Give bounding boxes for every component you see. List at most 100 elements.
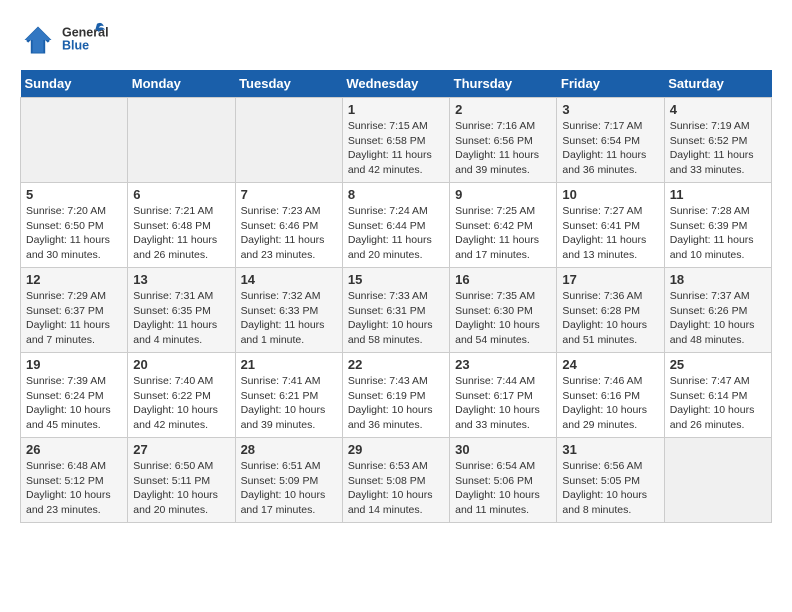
day-number: 29: [348, 442, 444, 457]
day-number: 22: [348, 357, 444, 372]
calendar-cell: 16 Sunrise: 7:35 AMSunset: 6:30 PMDayligh…: [450, 268, 557, 353]
day-number: 25: [670, 357, 766, 372]
page-header: General Blue: [20, 20, 772, 60]
calendar-cell: 20 Sunrise: 7:40 AMSunset: 6:22 PMDayligh…: [128, 353, 235, 438]
calendar-cell: 21Sunrise: 7:41 AMSunset: 6:21 PMDayligh…: [235, 353, 342, 438]
week-row-1: 1 Sunrise: 7:15 AMSunset: 6:58 PMDaylight…: [21, 98, 772, 183]
day-info: Sunrise: 7:37 AMSunset: 6:26 PMDaylight:…: [670, 289, 766, 348]
day-number: 4: [670, 102, 766, 117]
logo-bird-icon: General Blue: [62, 20, 112, 60]
day-info: Sunrise: 7:47 AMSunset: 6:14 PMDaylight:…: [670, 374, 766, 433]
day-number: 13: [133, 272, 229, 287]
calendar-cell: 2 Sunrise: 7:16 AMSunset: 6:56 PMDaylight…: [450, 98, 557, 183]
day-info: Sunrise: 7:15 AMSunset: 6:58 PMDaylight:…: [348, 119, 444, 178]
calendar-cell: 22Sunrise: 7:43 AMSunset: 6:19 PMDayligh…: [342, 353, 449, 438]
calendar-cell: 8 Sunrise: 7:24 AMSunset: 6:44 PMDaylight…: [342, 183, 449, 268]
day-number: 17: [562, 272, 658, 287]
calendar-cell: 25 Sunrise: 7:47 AMSunset: 6:14 PMDayligh…: [664, 353, 771, 438]
day-number: 24: [562, 357, 658, 372]
day-header-monday: Monday: [128, 70, 235, 98]
day-info: Sunrise: 6:56 AMSunset: 5:05 PMDaylight:…: [562, 459, 658, 518]
calendar-cell: [664, 438, 771, 523]
day-info: Sunrise: 7:21 AMSunset: 6:48 PMDaylight:…: [133, 204, 229, 263]
day-header-friday: Friday: [557, 70, 664, 98]
day-number: 3: [562, 102, 658, 117]
calendar-cell: 6 Sunrise: 7:21 AMSunset: 6:48 PMDaylight…: [128, 183, 235, 268]
day-number: 2: [455, 102, 551, 117]
calendar-cell: 9Sunrise: 7:25 AMSunset: 6:42 PMDaylight…: [450, 183, 557, 268]
calendar-cell: 11 Sunrise: 7:28 AMSunset: 6:39 PMDayligh…: [664, 183, 771, 268]
day-info: Sunrise: 7:23 AMSunset: 6:46 PMDaylight:…: [241, 204, 337, 263]
day-info: Sunrise: 7:16 AMSunset: 6:56 PMDaylight:…: [455, 119, 551, 178]
svg-text:Blue: Blue: [62, 39, 89, 53]
logo: General Blue: [20, 20, 112, 60]
calendar-cell: 27 Sunrise: 6:50 AMSunset: 5:11 PMDayligh…: [128, 438, 235, 523]
day-info: Sunrise: 6:50 AMSunset: 5:11 PMDaylight:…: [133, 459, 229, 518]
day-number: 20: [133, 357, 229, 372]
day-info: Sunrise: 7:31 AMSunset: 6:35 PMDaylight:…: [133, 289, 229, 348]
week-row-3: 12Sunrise: 7:29 AMSunset: 6:37 PMDayligh…: [21, 268, 772, 353]
day-info: Sunrise: 7:28 AMSunset: 6:39 PMDaylight:…: [670, 204, 766, 263]
calendar-cell: [21, 98, 128, 183]
days-header-row: SundayMondayTuesdayWednesdayThursdayFrid…: [21, 70, 772, 98]
calendar-cell: 18 Sunrise: 7:37 AMSunset: 6:26 PMDayligh…: [664, 268, 771, 353]
day-number: 30: [455, 442, 551, 457]
calendar-cell: [235, 98, 342, 183]
calendar-cell: 12Sunrise: 7:29 AMSunset: 6:37 PMDayligh…: [21, 268, 128, 353]
week-row-5: 26 Sunrise: 6:48 AMSunset: 5:12 PMDayligh…: [21, 438, 772, 523]
calendar-cell: [128, 98, 235, 183]
day-info: Sunrise: 7:32 AMSunset: 6:33 PMDaylight:…: [241, 289, 337, 348]
calendar-cell: 3 Sunrise: 7:17 AMSunset: 6:54 PMDaylight…: [557, 98, 664, 183]
day-number: 14: [241, 272, 337, 287]
day-number: 18: [670, 272, 766, 287]
calendar-cell: 30Sunrise: 6:54 AMSunset: 5:06 PMDayligh…: [450, 438, 557, 523]
calendar-cell: 4Sunrise: 7:19 AMSunset: 6:52 PMDaylight…: [664, 98, 771, 183]
day-number: 27: [133, 442, 229, 457]
week-row-4: 19 Sunrise: 7:39 AMSunset: 6:24 PMDayligh…: [21, 353, 772, 438]
day-header-tuesday: Tuesday: [235, 70, 342, 98]
day-number: 5: [26, 187, 122, 202]
day-number: 15: [348, 272, 444, 287]
day-number: 26: [26, 442, 122, 457]
day-info: Sunrise: 6:51 AMSunset: 5:09 PMDaylight:…: [241, 459, 337, 518]
day-info: Sunrise: 7:20 AMSunset: 6:50 PMDaylight:…: [26, 204, 122, 263]
calendar-cell: 19 Sunrise: 7:39 AMSunset: 6:24 PMDayligh…: [21, 353, 128, 438]
calendar-cell: 31 Sunrise: 6:56 AMSunset: 5:05 PMDayligh…: [557, 438, 664, 523]
calendar-cell: 10Sunrise: 7:27 AMSunset: 6:41 PMDayligh…: [557, 183, 664, 268]
day-info: Sunrise: 7:24 AMSunset: 6:44 PMDaylight:…: [348, 204, 444, 263]
day-number: 6: [133, 187, 229, 202]
day-number: 16: [455, 272, 551, 287]
calendar-cell: 28 Sunrise: 6:51 AMSunset: 5:09 PMDayligh…: [235, 438, 342, 523]
day-info: Sunrise: 7:35 AMSunset: 6:30 PMDaylight:…: [455, 289, 551, 348]
day-number: 11: [670, 187, 766, 202]
day-info: Sunrise: 7:41 AMSunset: 6:21 PMDaylight:…: [241, 374, 337, 433]
calendar-cell: 13 Sunrise: 7:31 AMSunset: 6:35 PMDayligh…: [128, 268, 235, 353]
calendar-cell: 7 Sunrise: 7:23 AMSunset: 6:46 PMDaylight…: [235, 183, 342, 268]
day-number: 1: [348, 102, 444, 117]
day-number: 8: [348, 187, 444, 202]
svg-text:General: General: [62, 25, 109, 39]
day-header-thursday: Thursday: [450, 70, 557, 98]
calendar-cell: 29 Sunrise: 6:53 AMSunset: 5:08 PMDayligh…: [342, 438, 449, 523]
day-info: Sunrise: 7:39 AMSunset: 6:24 PMDaylight:…: [26, 374, 122, 433]
day-number: 19: [26, 357, 122, 372]
day-info: Sunrise: 7:36 AMSunset: 6:28 PMDaylight:…: [562, 289, 658, 348]
day-info: Sunrise: 7:29 AMSunset: 6:37 PMDaylight:…: [26, 289, 122, 348]
calendar-cell: 14 Sunrise: 7:32 AMSunset: 6:33 PMDayligh…: [235, 268, 342, 353]
logo-icon: [20, 22, 56, 58]
day-info: Sunrise: 7:25 AMSunset: 6:42 PMDaylight:…: [455, 204, 551, 263]
day-info: Sunrise: 7:40 AMSunset: 6:22 PMDaylight:…: [133, 374, 229, 433]
day-number: 7: [241, 187, 337, 202]
day-info: Sunrise: 6:53 AMSunset: 5:08 PMDaylight:…: [348, 459, 444, 518]
day-info: Sunrise: 6:48 AMSunset: 5:12 PMDaylight:…: [26, 459, 122, 518]
day-number: 23: [455, 357, 551, 372]
calendar-cell: 23 Sunrise: 7:44 AMSunset: 6:17 PMDayligh…: [450, 353, 557, 438]
day-number: 28: [241, 442, 337, 457]
day-info: Sunrise: 7:17 AMSunset: 6:54 PMDaylight:…: [562, 119, 658, 178]
day-header-wednesday: Wednesday: [342, 70, 449, 98]
day-header-saturday: Saturday: [664, 70, 771, 98]
day-number: 31: [562, 442, 658, 457]
day-number: 10: [562, 187, 658, 202]
week-row-2: 5 Sunrise: 7:20 AMSunset: 6:50 PMDaylight…: [21, 183, 772, 268]
day-info: Sunrise: 7:44 AMSunset: 6:17 PMDaylight:…: [455, 374, 551, 433]
